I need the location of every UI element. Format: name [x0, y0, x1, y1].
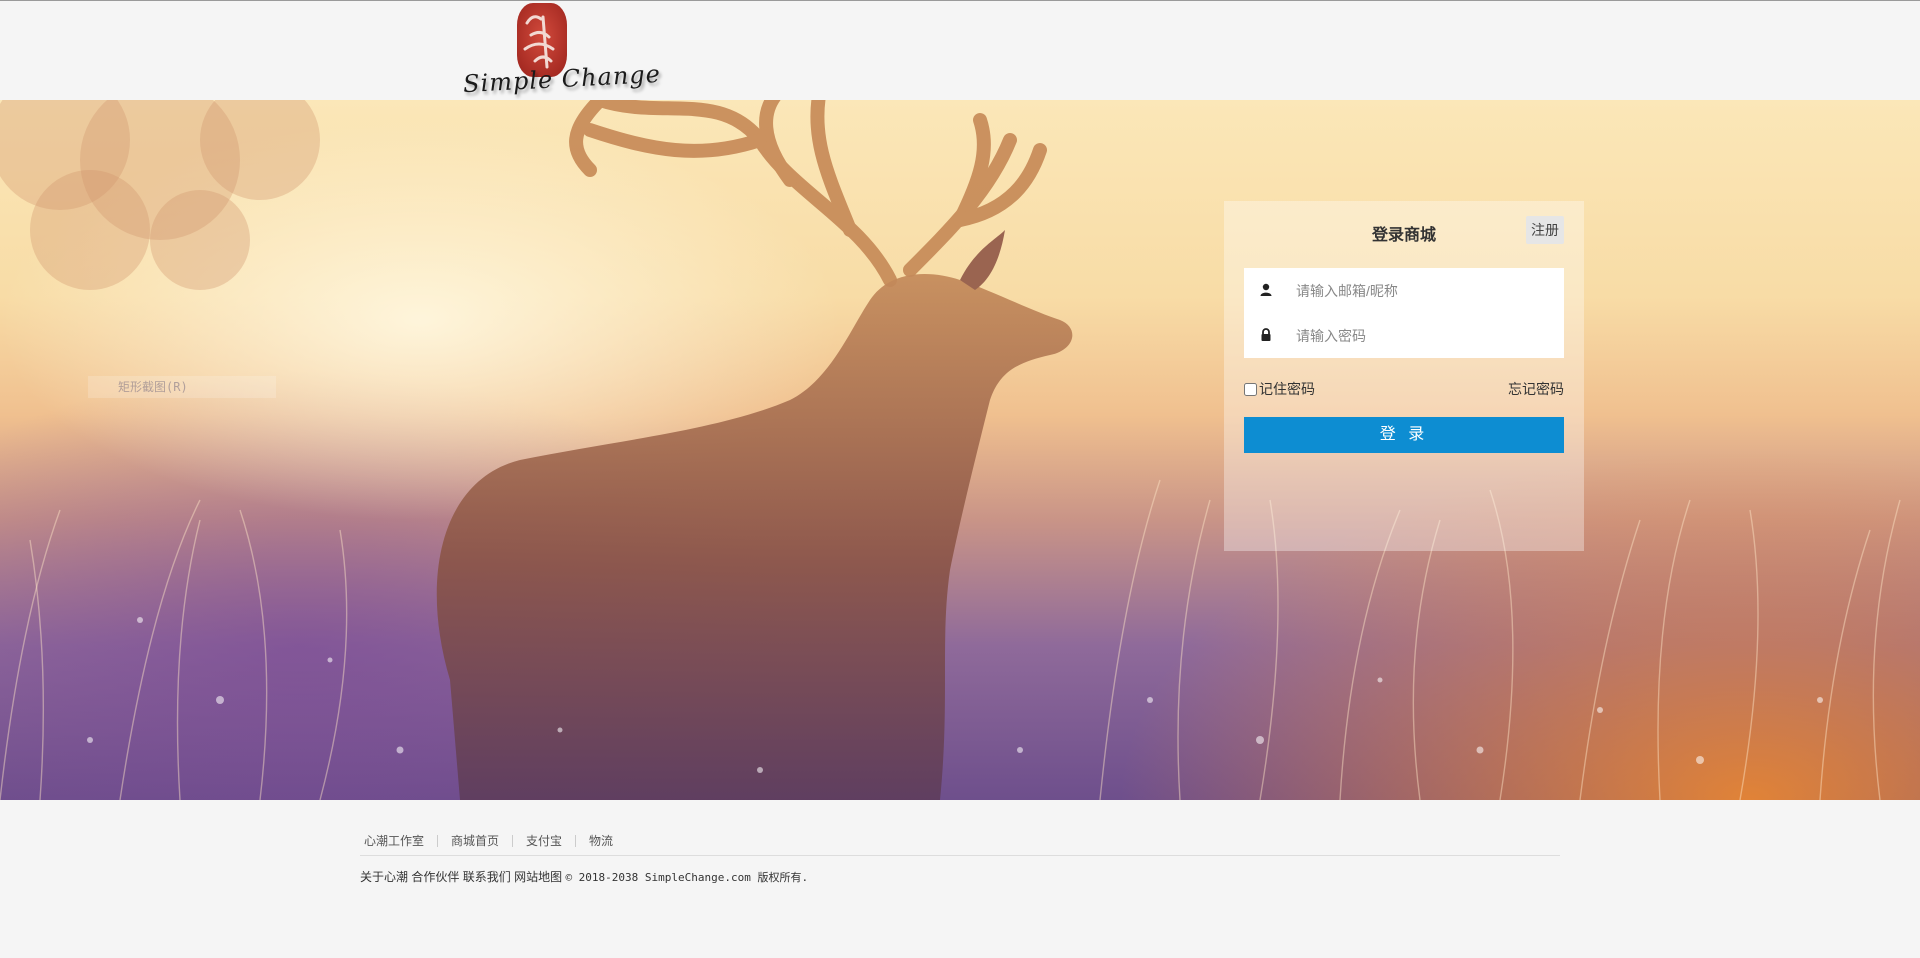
footer-link-home[interactable]: 商城首页	[438, 832, 512, 849]
footer-about-link[interactable]: 关于心潮	[360, 870, 408, 884]
password-field	[1244, 313, 1564, 358]
remember-password[interactable]: 记住密码	[1244, 379, 1315, 399]
footer-nav: 心潮工作室 商城首页 支付宝 物流	[360, 832, 626, 849]
password-input[interactable]	[1294, 313, 1554, 358]
site-header: Simple Change	[0, 0, 1920, 100]
footer-link-alipay[interactable]: 支付宝	[513, 832, 575, 849]
footer-partners-link[interactable]: 合作伙伴	[411, 870, 459, 884]
remember-checkbox[interactable]	[1244, 382, 1257, 396]
footer-bottom: 关于心潮 合作伙伴 联系我们 网站地图 © 2018-2038 SimpleCh…	[360, 868, 808, 885]
lock-icon	[1261, 328, 1271, 341]
user-icon	[1260, 283, 1272, 296]
footer-contact-link[interactable]: 联系我们	[463, 870, 511, 884]
hero-banner: 矩形截图(R) 登录商城 注册 记住密码 忘记密码 登 录	[0, 100, 1920, 800]
deer-illustration	[0, 100, 1901, 800]
username-input[interactable]	[1294, 268, 1554, 313]
copyright-text: © 2018-2038 SimpleChange.com 版权所有.	[565, 871, 809, 884]
screenshot-tooltip-ghost: 矩形截图(R)	[88, 376, 276, 398]
register-button[interactable]: 注册	[1526, 216, 1564, 244]
forgot-password-link[interactable]: 忘记密码	[1508, 379, 1564, 399]
footer-link-logistics[interactable]: 物流	[576, 832, 626, 849]
login-submit-button[interactable]: 登 录	[1244, 417, 1564, 453]
username-field	[1244, 268, 1564, 313]
footer-sitemap-link[interactable]: 网站地图	[514, 870, 562, 884]
footer-link-studio[interactable]: 心潮工作室	[360, 832, 437, 849]
site-logo[interactable]: Simple Change	[455, 1, 662, 101]
footer-divider	[360, 855, 1560, 856]
login-panel: 登录商城 注册 记住密码 忘记密码 登 录	[1224, 201, 1584, 551]
remember-label: 记住密码	[1259, 381, 1315, 397]
site-footer: 心潮工作室 商城首页 支付宝 物流 关于心潮 合作伙伴 联系我们 网站地图 © …	[0, 800, 1920, 958]
